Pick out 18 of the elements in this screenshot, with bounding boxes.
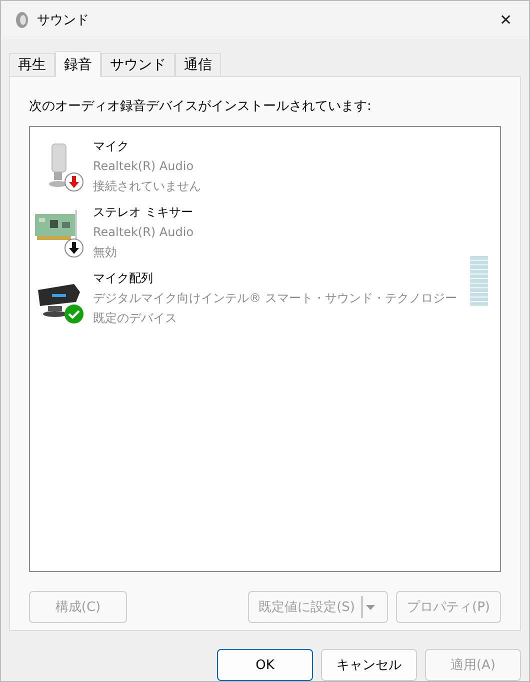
instruction-text: 次のオーディオ録音デバイスがインストールされています:	[29, 98, 372, 115]
tab[interactable]: 録音	[55, 51, 101, 77]
device-name[interactable]: マイク配列	[93, 268, 463, 288]
tab[interactable]: 再生	[9, 53, 55, 76]
device-status: 接続されていません	[93, 178, 202, 195]
device-status: 無効	[93, 244, 118, 261]
dialog-button[interactable]: OK	[217, 649, 313, 681]
device-driver: Realtek(R) Audio	[93, 224, 195, 241]
tab[interactable]: サウンド	[101, 53, 175, 76]
device-driver: デジタルマイク向けインテル® スマート・サウンド・テクノロジー	[93, 290, 458, 307]
device-name[interactable]: マイク	[93, 136, 500, 156]
close-button[interactable]: ✕	[483, 1, 529, 39]
device-driver: Realtek(R) Audio	[93, 158, 195, 175]
window-title: サウンド	[37, 12, 90, 29]
dialog-button[interactable]: キャンセル	[321, 649, 417, 681]
tab[interactable]: 通信	[175, 53, 221, 76]
device-status: 既定のデバイス	[93, 310, 178, 327]
device-name[interactable]: ステレオ ミキサー	[93, 202, 500, 222]
